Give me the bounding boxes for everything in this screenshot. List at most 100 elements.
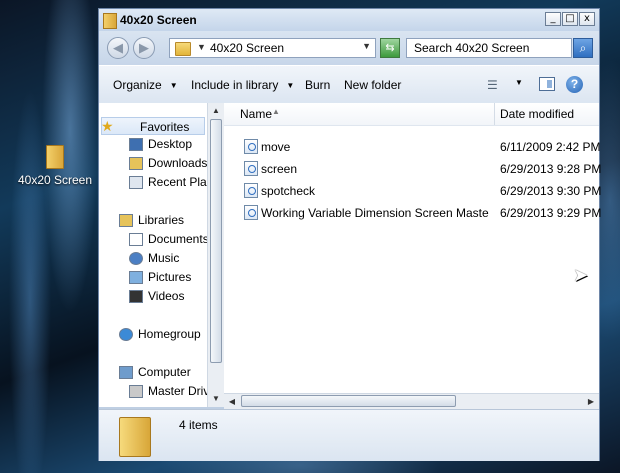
- nav-documents-label: Documents: [148, 232, 208, 246]
- nav-libraries[interactable]: Libraries: [119, 213, 184, 231]
- computer-icon: [119, 366, 133, 380]
- nav-documents[interactable]: Documents: [129, 232, 208, 250]
- file-row[interactable]: move 6/11/2009 2:42 PM: [244, 137, 601, 157]
- file-date: 6/29/2013 9:29 PM: [500, 206, 602, 220]
- nav-libraries-label: Libraries: [138, 213, 185, 227]
- view-options-icon[interactable]: ☰: [487, 78, 505, 92]
- address-toolbar: ◀ ▶ ▼ 40x20 Screen ▼ ⇆ Search 40x20 Scre…: [99, 31, 599, 65]
- folder-icon: [119, 417, 151, 457]
- address-dropdown-icon[interactable]: ▼: [362, 41, 371, 51]
- nav-desktop-label: Desktop: [148, 137, 193, 151]
- file-row[interactable]: screen 6/29/2013 9:28 PM: [244, 159, 601, 179]
- breadcrumb-chevron-icon[interactable]: ▼: [197, 42, 206, 52]
- window-title: 40x20 Screen: [120, 13, 197, 27]
- nav-master-drive[interactable]: Master Drive: [129, 384, 207, 402]
- scroll-left-icon[interactable]: ◀: [224, 394, 240, 409]
- nav-computer[interactable]: Computer: [119, 365, 191, 383]
- nav-videos-label: Videos: [148, 289, 185, 303]
- nav-recent-places-label: Recent Plac: [148, 175, 208, 189]
- homegroup-icon: [119, 328, 133, 342]
- nav-computer-label: Computer: [138, 365, 191, 379]
- nav-vertical-scrollbar[interactable]: ▲ ▼: [207, 103, 224, 407]
- nav-music[interactable]: Music: [129, 251, 179, 269]
- mouse-cursor-icon: ➤: [573, 265, 589, 285]
- explorer-window: 40x20 Screen _ □ x ◀ ▶ ▼ 40x20 Screen ▼ …: [98, 8, 601, 461]
- file-list-horizontal-scrollbar[interactable]: ◀ ▶: [224, 393, 599, 409]
- new-folder-button[interactable]: New folder: [344, 78, 401, 92]
- forward-button[interactable]: ▶: [133, 37, 155, 59]
- nav-recent-places[interactable]: Recent Plac: [129, 175, 208, 193]
- desktop-folder-icon[interactable]: 40x20 Screen: [16, 145, 94, 187]
- scroll-up-icon[interactable]: ▲: [208, 103, 224, 119]
- file-name: screen: [261, 162, 298, 176]
- scrollbar-thumb[interactable]: [241, 395, 456, 407]
- help-button[interactable]: ?: [566, 76, 583, 93]
- organize-label: Organize: [113, 78, 162, 92]
- nav-desktop[interactable]: Desktop: [129, 137, 192, 155]
- sort-ascending-icon: ▲: [272, 107, 280, 116]
- details-pane: 4 items: [99, 409, 599, 461]
- star-icon: ★: [101, 118, 114, 134]
- pictures-icon: [129, 271, 143, 285]
- search-icon[interactable]: ⌕: [573, 38, 593, 58]
- close-button[interactable]: x: [579, 12, 595, 26]
- item-count: 4 items: [179, 418, 218, 432]
- address-field[interactable]: ▼ 40x20 Screen ▼: [169, 38, 376, 58]
- column-header-date-modified[interactable]: Date modified: [500, 107, 574, 121]
- nav-videos[interactable]: Videos: [129, 289, 184, 307]
- file-icon: [244, 139, 258, 154]
- preview-pane-button[interactable]: [539, 77, 555, 91]
- scrollbar-thumb[interactable]: [210, 119, 222, 363]
- search-input[interactable]: Search 40x20 Screen: [406, 38, 572, 58]
- back-button[interactable]: ◀: [107, 37, 129, 59]
- minimize-button[interactable]: _: [545, 12, 561, 26]
- column-header-name[interactable]: Name: [240, 107, 272, 121]
- file-date: 6/11/2009 2:42 PM: [500, 140, 601, 154]
- navigation-pane: ★ Favorites Desktop Downloads Recent Pla…: [99, 103, 208, 407]
- desktop-icon: [129, 138, 143, 152]
- nav-pictures[interactable]: Pictures: [129, 270, 191, 288]
- nav-master-drive-label: Master Drive: [148, 384, 207, 398]
- folder-icon: [46, 145, 64, 169]
- recent-places-icon: [129, 176, 143, 190]
- music-icon: [129, 252, 143, 266]
- chevron-down-icon: ▼: [169, 81, 178, 91]
- title-bar[interactable]: 40x20 Screen _ □ x: [99, 9, 599, 31]
- column-header-row: Name ▲ Date modified: [224, 103, 599, 126]
- file-name: Working Variable Dimension Screen Master…: [261, 206, 489, 220]
- file-row[interactable]: Working Variable Dimension Screen Master…: [244, 203, 601, 223]
- scroll-down-icon[interactable]: ▼: [208, 391, 224, 407]
- scroll-right-icon[interactable]: ▶: [583, 394, 599, 409]
- include-in-library-button[interactable]: Include in library ▼: [191, 78, 294, 92]
- refresh-button[interactable]: ⇆: [380, 38, 400, 58]
- folder-icon: [103, 13, 117, 29]
- nav-homegroup[interactable]: Homegroup: [119, 327, 201, 345]
- file-list: Name ▲ Date modified move 6/11/2009 2:42…: [224, 103, 601, 393]
- libraries-icon: [119, 214, 133, 228]
- file-name: move: [261, 140, 291, 154]
- chevron-down-icon[interactable]: ▼: [515, 78, 523, 87]
- include-in-library-label: Include in library: [191, 78, 279, 92]
- maximize-button[interactable]: □: [562, 12, 578, 26]
- file-name: spotcheck: [261, 184, 316, 198]
- column-divider[interactable]: [494, 103, 495, 125]
- file-date: 6/29/2013 9:30 PM: [500, 184, 602, 198]
- nav-downloads[interactable]: Downloads: [129, 156, 207, 174]
- nav-favorites-label: Favorites: [140, 120, 190, 134]
- file-icon: [244, 205, 258, 220]
- search-placeholder: Search 40x20 Screen: [414, 41, 530, 55]
- file-icon: [244, 161, 258, 176]
- videos-icon: [129, 290, 143, 304]
- breadcrumb-path[interactable]: 40x20 Screen: [210, 41, 284, 55]
- burn-button[interactable]: Burn: [305, 78, 330, 92]
- documents-icon: [129, 233, 143, 247]
- folder-icon: [175, 42, 191, 56]
- nav-downloads-label: Downloads: [148, 156, 208, 170]
- command-bar: Organize ▼ Include in library ▼ Burn New f…: [99, 65, 599, 105]
- organize-button[interactable]: Organize ▼: [113, 78, 178, 92]
- chevron-down-icon: ▼: [286, 81, 295, 91]
- drive-icon: [129, 385, 143, 399]
- nav-favorites[interactable]: ★ Favorites: [101, 117, 205, 135]
- file-date: 6/29/2013 9:28 PM: [500, 162, 602, 176]
- file-row[interactable]: spotcheck 6/29/2013 9:30 PM: [244, 181, 601, 201]
